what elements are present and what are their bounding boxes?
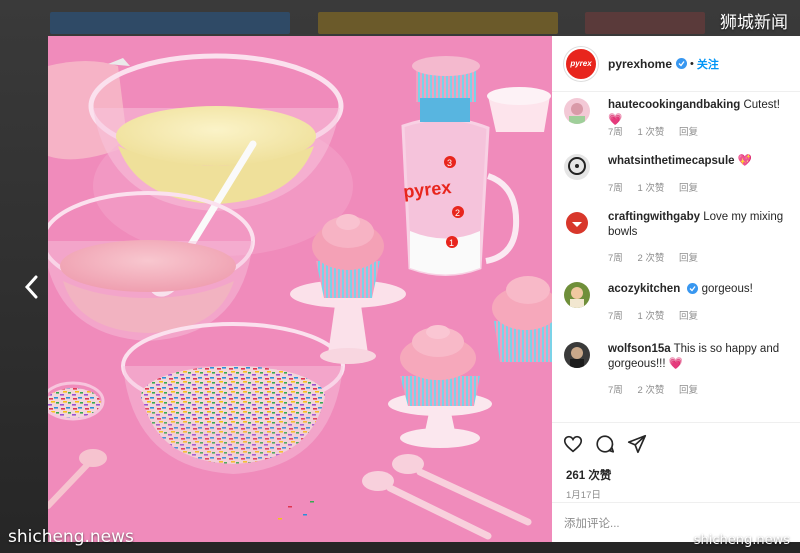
reply-button[interactable]: 回复 bbox=[679, 127, 698, 138]
follow-button[interactable]: 关注 bbox=[697, 56, 719, 72]
cup-mark-1: 1 bbox=[449, 238, 454, 248]
sparkling-heart-emoji: 💖 bbox=[737, 155, 753, 167]
comment-age: 7周 bbox=[608, 183, 623, 194]
comment-age: 7周 bbox=[608, 385, 623, 396]
comment-age: 7周 bbox=[608, 253, 623, 264]
paper-plane-icon[interactable] bbox=[626, 433, 648, 455]
commenter-avatar[interactable] bbox=[564, 282, 590, 308]
cup-mark-2: 2 bbox=[455, 208, 460, 218]
reply-button[interactable]: 回复 bbox=[679, 183, 698, 194]
comment-likes[interactable]: 2 次赞 bbox=[637, 253, 664, 264]
commenter-avatar[interactable] bbox=[564, 210, 590, 236]
comment-likes[interactable]: 1 次赞 bbox=[637, 311, 664, 322]
comment-text: Cutest! bbox=[743, 99, 780, 111]
comment-likes[interactable]: 2 次赞 bbox=[637, 385, 664, 396]
commenter-name[interactable]: wolfson15a bbox=[608, 343, 671, 355]
background-thumbnail bbox=[50, 12, 290, 34]
reply-button[interactable]: 回复 bbox=[679, 253, 698, 264]
account-handle[interactable]: pyrexhome bbox=[608, 57, 672, 71]
header-separator: • bbox=[690, 57, 694, 70]
commenter-avatar[interactable] bbox=[564, 342, 590, 368]
heart-icon[interactable] bbox=[562, 433, 584, 455]
comment-meta: 7周 2 次赞 回复 bbox=[608, 250, 710, 264]
baking-scene-image: pyrex 3 2 1 bbox=[48, 36, 552, 542]
post-date: 1月17日 bbox=[566, 490, 601, 501]
brand-logo-text: pyrex bbox=[570, 59, 592, 68]
post-header: pyrex pyrexhome • 关注 bbox=[552, 36, 800, 92]
post-modal: pyrex 3 2 1 pyrex pyrexhome • 关注 hauteco… bbox=[48, 36, 800, 542]
like-count[interactable]: 261 次赞 bbox=[566, 467, 611, 483]
commenter-name[interactable]: acozykitchen bbox=[608, 283, 680, 295]
background-thumbnail bbox=[318, 12, 558, 34]
background-thumbnail bbox=[585, 12, 705, 34]
comment-likes[interactable]: 1 次赞 bbox=[637, 127, 664, 138]
previous-post-button[interactable] bbox=[20, 272, 42, 302]
heart-emoji: 💗 bbox=[668, 358, 684, 370]
reply-button[interactable]: 回复 bbox=[679, 385, 698, 396]
action-buttons bbox=[562, 433, 648, 455]
comment-meta: 7周 1 次赞 回复 bbox=[608, 308, 710, 322]
comment-meta: 7周 2 次赞 回复 bbox=[608, 382, 710, 396]
commenter-name[interactable]: whatsinthetimecapsule bbox=[608, 155, 735, 167]
comment-meta: 7周 1 次赞 回复 bbox=[608, 180, 710, 194]
watermark-top: 狮城新闻 bbox=[720, 13, 788, 33]
comment-list: hautecookingandbaking Cutest! 💗 7周 1 次赞 回… bbox=[552, 92, 800, 422]
account-avatar[interactable]: pyrex bbox=[564, 46, 598, 81]
comment-age: 7周 bbox=[608, 311, 623, 322]
comment-text: gorgeous! bbox=[701, 283, 753, 295]
comment-age: 7周 bbox=[608, 127, 623, 138]
verified-badge-icon bbox=[676, 58, 688, 69]
verified-badge-icon bbox=[687, 283, 699, 294]
chevron-left-icon bbox=[24, 275, 38, 299]
cup-mark-3: 3 bbox=[447, 158, 452, 168]
comment-meta: 7周 1 次赞 回复 bbox=[608, 124, 710, 138]
add-comment-placeholder: 添加评论... bbox=[564, 517, 620, 530]
post-side-panel: pyrex pyrexhome • 关注 hautecookingandbaki… bbox=[552, 36, 800, 542]
watermark-bottom-left: shicheng.news bbox=[8, 527, 134, 547]
commenter-name[interactable]: hautecookingandbaking bbox=[608, 99, 740, 111]
watermark-bottom-right: shicheng.news bbox=[693, 533, 790, 548]
comment-likes[interactable]: 1 次赞 bbox=[637, 183, 664, 194]
post-photo[interactable]: pyrex 3 2 1 bbox=[48, 36, 552, 542]
commenter-name[interactable]: craftingwithgaby bbox=[608, 211, 700, 223]
commenter-avatar[interactable] bbox=[564, 98, 590, 124]
reply-button[interactable]: 回复 bbox=[679, 311, 698, 322]
comment-icon[interactable] bbox=[594, 433, 616, 455]
commenter-avatar[interactable] bbox=[564, 154, 590, 180]
